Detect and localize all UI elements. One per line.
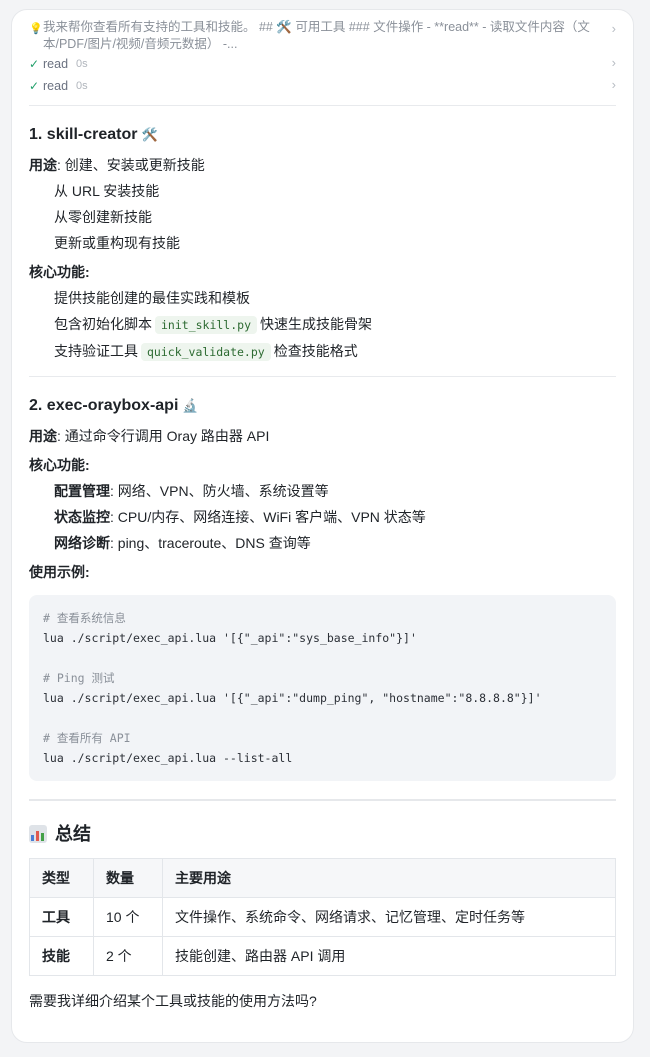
assistant-message-card: 💡 我来帮你查看所有支持的工具和技能。 ## 🛠️ 可用工具 ### 文件操作 … bbox=[11, 9, 634, 1043]
lightbulb-icon: 💡 bbox=[29, 23, 43, 35]
table-cell: 技能创建、路由器 API 调用 bbox=[162, 936, 616, 976]
skill-heading: 1. skill-creator 🛠️ bbox=[29, 124, 616, 146]
core-features-heading: 核心功能: bbox=[29, 457, 90, 473]
skill-title: 2. exec-oraybox-api bbox=[29, 397, 179, 414]
tool-call-duration: 0s bbox=[76, 58, 88, 70]
skill-usage: 用途: 创建、安装或更新技能 bbox=[29, 155, 616, 175]
usage-list: 从 URL 安装技能 从零创建新技能 更新或重构现有技能 bbox=[29, 181, 616, 253]
summary-heading: 总结 bbox=[29, 823, 616, 845]
inline-code: quick_validate.py bbox=[141, 343, 271, 361]
bar-chart-icon bbox=[29, 825, 47, 843]
thinking-summary-text: 我来帮你查看所有支持的工具和技能。 ## 🛠️ 可用工具 ### 文件操作 - … bbox=[43, 20, 590, 51]
inline-code: init_skill.py bbox=[155, 316, 258, 334]
column-header: 类型 bbox=[29, 858, 94, 898]
skill-heading: 2. exec-oraybox-api 🔬 bbox=[29, 395, 616, 417]
list-item: 从 URL 安装技能 bbox=[54, 183, 160, 199]
divider bbox=[29, 105, 616, 106]
code-comment-line: # Ping 测试 bbox=[43, 671, 115, 685]
list-item-text: 包含初始化脚本 bbox=[54, 316, 152, 332]
table-row: 工具 10 个 文件操作、系统命令、网络请求、记忆管理、定时任务等 bbox=[29, 897, 616, 937]
code-line: lua ./script/exec_api.lua '[{"_api":"sys… bbox=[43, 631, 417, 645]
list-item: 配置管理: 网络、VPN、防火墙、系统设置等 bbox=[54, 481, 616, 501]
feature-name: 网络诊断 bbox=[54, 535, 110, 551]
list-item: 包含初始化脚本 init_skill.py 快速生成技能骨架 bbox=[54, 314, 616, 335]
list-item-text: 支持验证工具 bbox=[54, 343, 138, 359]
list-item: 支持验证工具 quick_validate.py 检查技能格式 bbox=[54, 341, 616, 362]
core-features-heading: 核心功能: bbox=[29, 264, 90, 280]
feature-desc: : CPU/内存、网络连接、WiFi 客户端、VPN 状态等 bbox=[110, 509, 426, 525]
summary-table: 类型 数量 主要用途 工具 10 个 文件操作、系统命令、网络请求、记忆管理、定… bbox=[29, 858, 616, 976]
microscope-icon: 🔬 bbox=[182, 398, 199, 413]
table-row: 技能 2 个 技能创建、路由器 API 调用 bbox=[29, 936, 616, 976]
list-item-text: 检查技能格式 bbox=[273, 343, 358, 359]
thinking-summary-row[interactable]: 💡 我来帮你查看所有支持的工具和技能。 ## 🛠️ 可用工具 ### 文件操作 … bbox=[29, 19, 616, 53]
core-features-list: 提供技能创建的最佳实践和模板 包含初始化脚本 init_skill.py 快速生成技… bbox=[29, 288, 616, 362]
tool-call-name: read bbox=[43, 78, 69, 93]
skill-usage: 用途: 通过命令行调用 Oray 路由器 API bbox=[29, 426, 616, 446]
code-block[interactable]: # 查看系统信息 lua ./script/exec_api.lua '[{"_… bbox=[29, 595, 616, 781]
column-header: 数量 bbox=[93, 858, 163, 898]
usage-text: : 创建、安装或更新技能 bbox=[57, 157, 205, 173]
chevron-right-icon[interactable]: › bbox=[612, 21, 616, 36]
list-item: 从零创建新技能 bbox=[54, 209, 152, 225]
core-features-list: 配置管理: 网络、VPN、防火墙、系统设置等 状态监控: CPU/内存、网络连接… bbox=[29, 481, 616, 553]
list-item: 更新或重构现有技能 bbox=[54, 235, 180, 251]
usage-label: 用途 bbox=[29, 157, 57, 173]
divider bbox=[29, 376, 616, 377]
core-label: 核心功能 bbox=[29, 457, 85, 473]
chevron-right-icon[interactable]: › bbox=[612, 55, 616, 70]
column-header: 主要用途 bbox=[162, 858, 616, 898]
closing-question: 需要我详细介绍某个工具或技能的使用方法吗? bbox=[29, 993, 317, 1009]
feature-desc: : ping、traceroute、DNS 查询等 bbox=[110, 535, 311, 551]
feature-name: 状态监控 bbox=[54, 509, 110, 525]
code-line: lua ./script/exec_api.lua --list-all bbox=[43, 751, 293, 765]
table-cell: 2 个 bbox=[93, 936, 163, 976]
tool-call-row[interactable]: ✓ read 0s › bbox=[29, 53, 616, 75]
list-item: 状态监控: CPU/内存、网络连接、WiFi 客户端、VPN 状态等 bbox=[54, 507, 616, 527]
core-label: 核心功能 bbox=[29, 264, 85, 280]
list-item: 提供技能创建的最佳实践和模板 bbox=[54, 288, 616, 308]
table-cell: 工具 bbox=[29, 897, 94, 937]
usage-label: 用途 bbox=[29, 428, 57, 444]
example-heading: 使用示例: bbox=[29, 564, 90, 580]
table-cell: 文件操作、系统命令、网络请求、记忆管理、定时任务等 bbox=[162, 897, 616, 937]
table-header-row: 类型 数量 主要用途 bbox=[29, 858, 616, 898]
table-cell: 技能 bbox=[29, 936, 94, 976]
check-icon: ✓ bbox=[29, 79, 40, 93]
feature-desc: : 网络、VPN、防火墙、系统设置等 bbox=[110, 483, 329, 499]
feature-name: 配置管理 bbox=[54, 483, 110, 499]
tool-call-duration: 0s bbox=[76, 80, 88, 92]
tool-call-name: read bbox=[43, 56, 69, 71]
usage-text: : 通过命令行调用 Oray 路由器 API bbox=[57, 428, 270, 444]
skill-title: 1. skill-creator bbox=[29, 126, 138, 143]
table-cell: 10 个 bbox=[93, 897, 163, 937]
example-label: 使用示例 bbox=[29, 564, 85, 580]
list-item: 网络诊断: ping、traceroute、DNS 查询等 bbox=[54, 533, 616, 553]
summary-title: 总结 bbox=[55, 824, 91, 844]
tool-call-row[interactable]: ✓ read 0s › bbox=[29, 75, 616, 97]
code-comment-line: # 查看系统信息 bbox=[43, 611, 126, 625]
divider bbox=[29, 799, 616, 801]
tools-icon: 🛠️ bbox=[141, 127, 158, 142]
chevron-right-icon[interactable]: › bbox=[612, 77, 616, 92]
list-item-text: 提供技能创建的最佳实践和模板 bbox=[54, 290, 250, 306]
code-line: lua ./script/exec_api.lua '[{"_api":"dum… bbox=[43, 691, 542, 705]
thinking-section: 💡 我来帮你查看所有支持的工具和技能。 ## 🛠️ 可用工具 ### 文件操作 … bbox=[29, 10, 616, 97]
check-icon: ✓ bbox=[29, 57, 40, 71]
code-comment-line: # 查看所有 API bbox=[43, 731, 131, 745]
list-item-text: 快速生成技能骨架 bbox=[260, 316, 373, 332]
